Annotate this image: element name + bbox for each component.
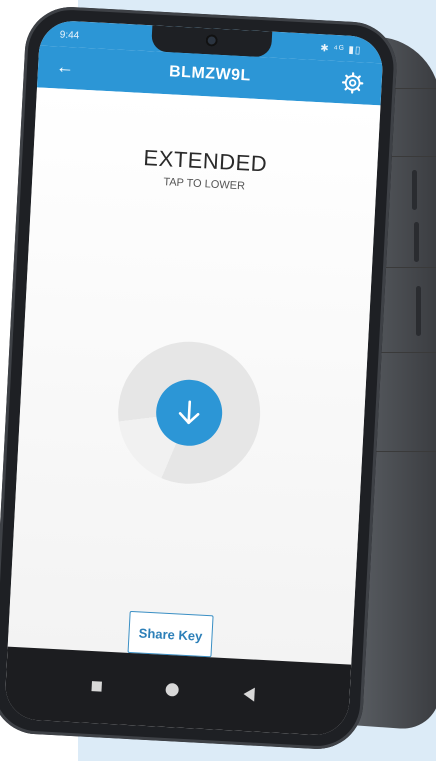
callout-line bbox=[374, 451, 436, 452]
device-title: BLMZW9L bbox=[168, 63, 252, 85]
phone-screen: 9:44 ✱ ⁴ᴳ ▮▯ ← BLMZW9L EXTENDED TAP TO L… bbox=[3, 19, 385, 737]
side-button bbox=[416, 286, 421, 336]
back-triangle-icon[interactable] bbox=[243, 687, 255, 702]
arrow-down-icon bbox=[178, 400, 200, 425]
gear-icon[interactable] bbox=[341, 71, 364, 94]
side-button bbox=[414, 222, 419, 262]
home-circle-icon[interactable] bbox=[165, 682, 179, 697]
phone-device: 9:44 ✱ ⁴ᴳ ▮▯ ← BLMZW9L EXTENDED TAP TO L… bbox=[0, 4, 399, 752]
share-key-button[interactable]: Share Key bbox=[127, 610, 214, 658]
status-indicators: ✱ ⁴ᴳ ▮▯ bbox=[319, 43, 362, 57]
main-content: EXTENDED TAP TO LOWER Share Key bbox=[7, 87, 381, 665]
status-time: 9:44 bbox=[59, 29, 80, 42]
side-button bbox=[412, 170, 417, 210]
recent-apps-square-icon[interactable] bbox=[91, 681, 102, 692]
